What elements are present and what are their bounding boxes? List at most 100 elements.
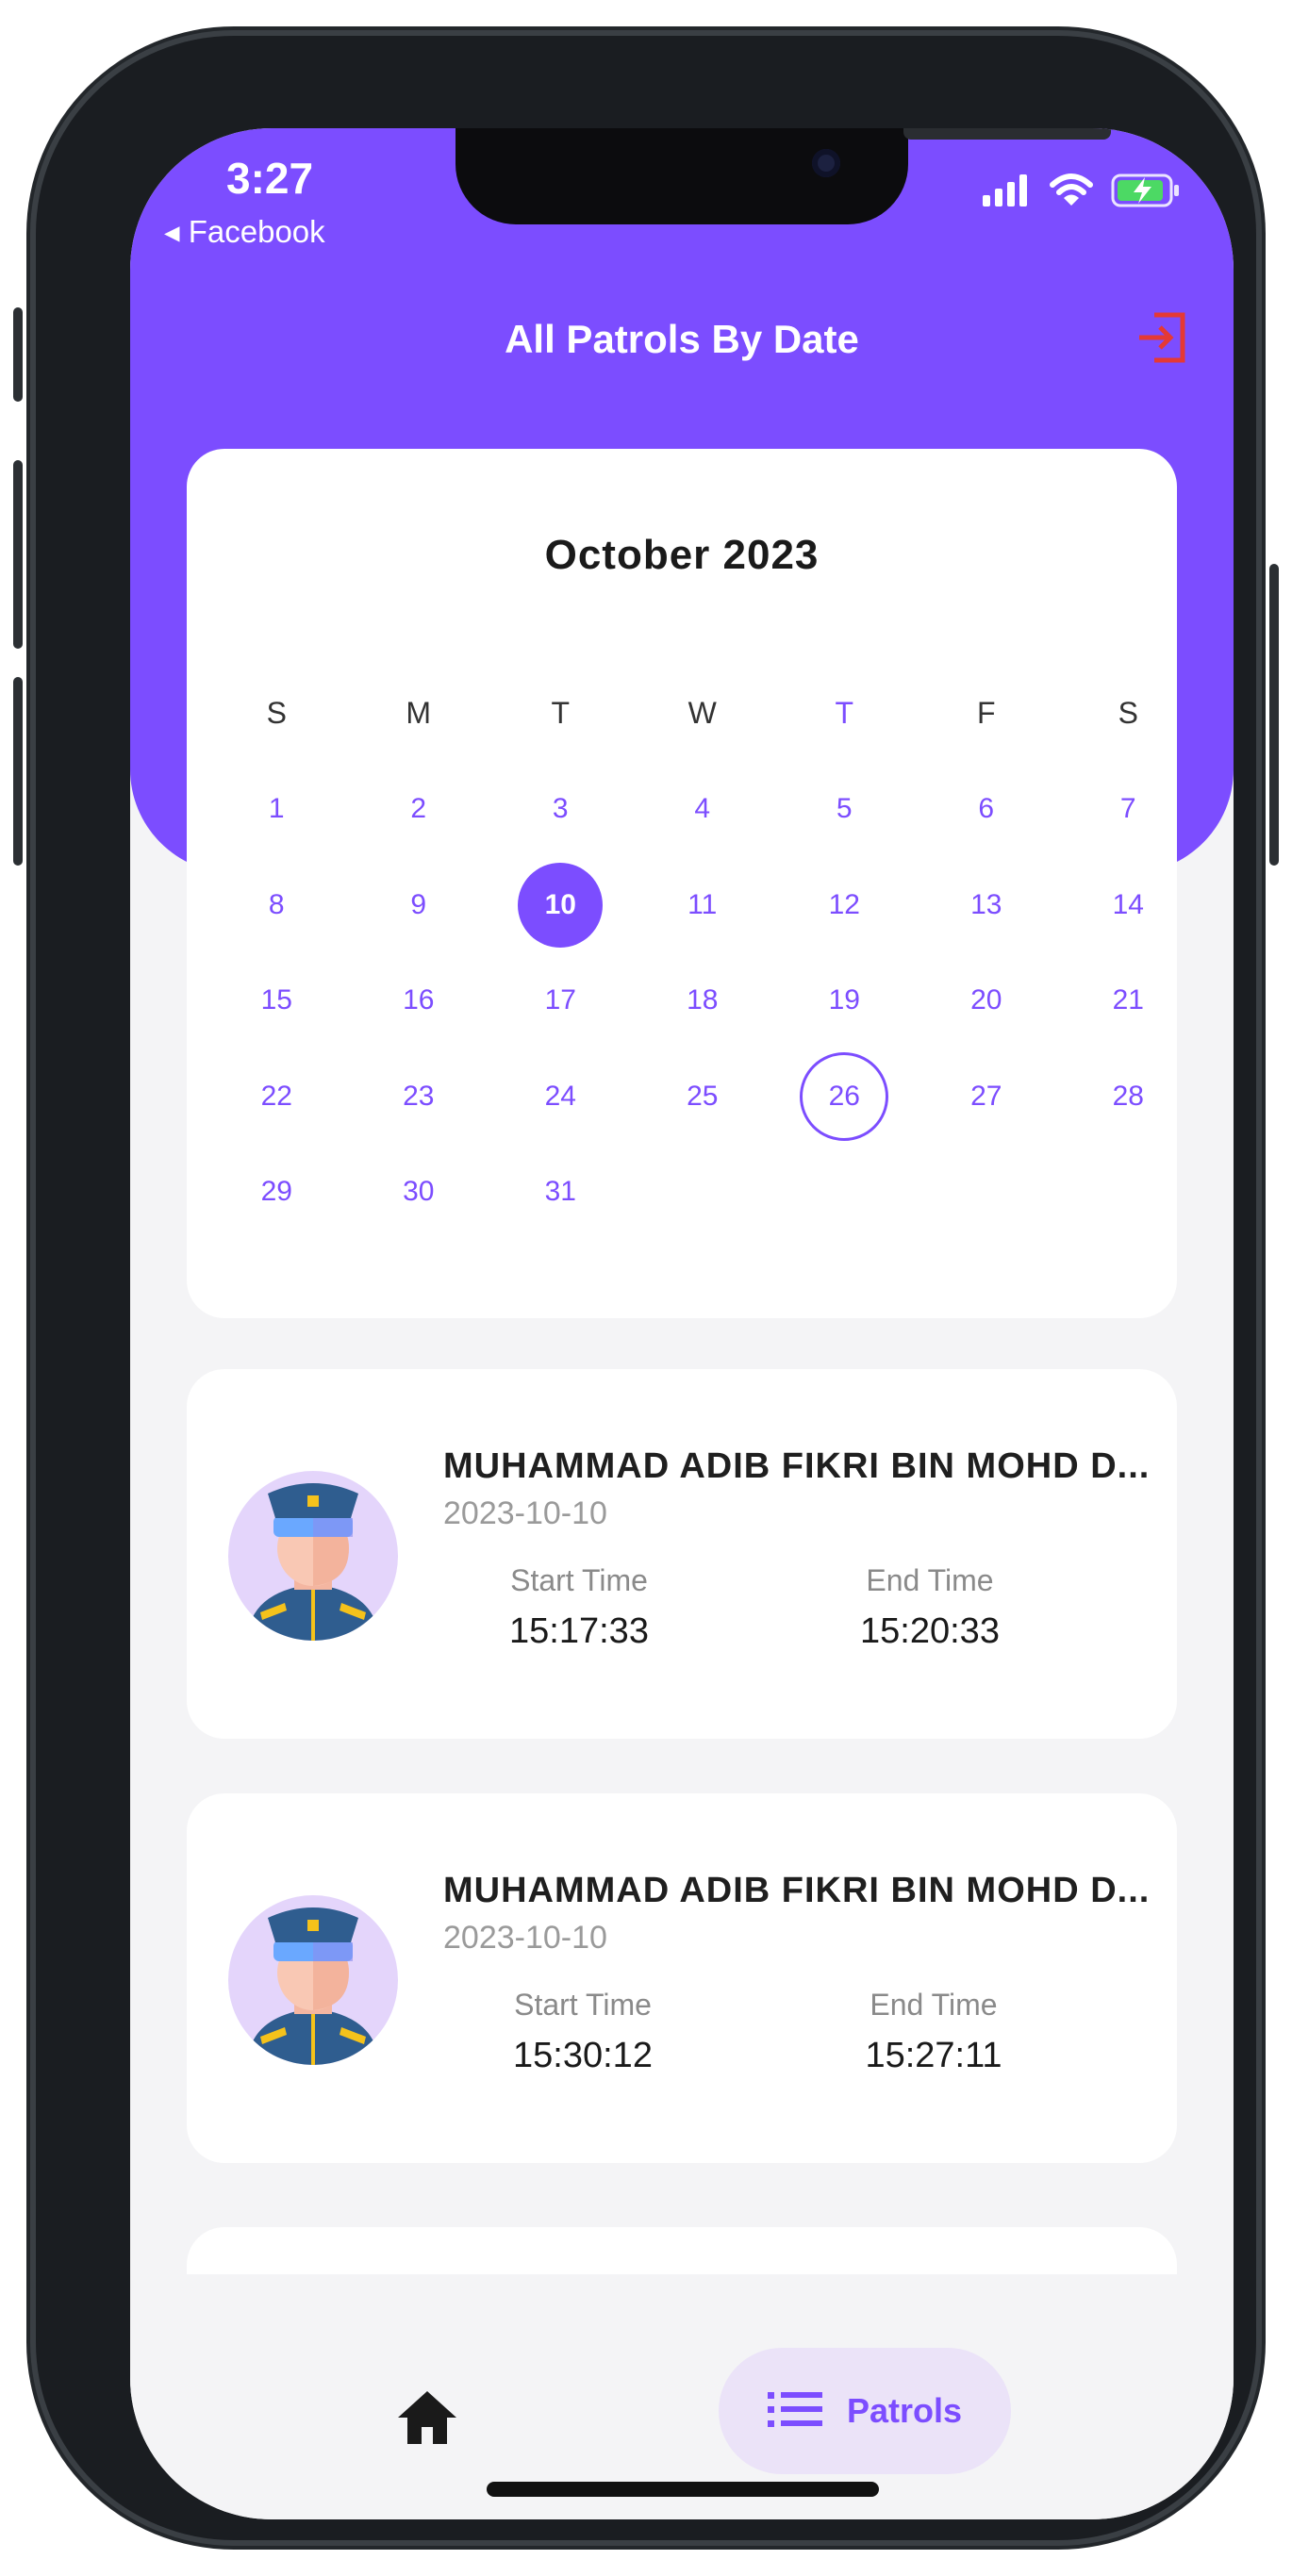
calendar-day-label: 17 [544, 984, 576, 1016]
calendar-day-label: 16 [403, 984, 435, 1016]
calendar-day-18[interactable]: 18 [632, 953, 774, 1049]
wifi-icon [1049, 173, 1094, 212]
status-icons [983, 173, 1181, 212]
nav-patrols-label: Patrols [846, 2391, 963, 2430]
calendar-day-8[interactable]: 8 [206, 857, 348, 953]
start-time-label: Start Time [510, 1563, 648, 1597]
weekday-tue: T [551, 696, 571, 731]
home-indicator[interactable] [487, 2482, 879, 2497]
calendar-day-label: 31 [544, 1176, 576, 1208]
calendar-day-label: 19 [828, 984, 860, 1016]
calendar-day-label: 4 [694, 793, 711, 825]
calendar-day-label: 12 [828, 888, 860, 920]
calendar-day-label: 3 [552, 793, 569, 825]
app-screen: 3:27 ◂ Facebook All Patrols By Date Octo… [130, 128, 1234, 2519]
calendar-day-label: 22 [260, 1080, 292, 1112]
calendar-day-22[interactable]: 22 [206, 1049, 348, 1145]
calendar-day-label: 1 [268, 793, 285, 825]
start-time-label: Start Time [514, 1988, 652, 2022]
home-icon[interactable] [394, 2387, 460, 2448]
calendar-day-label: 23 [403, 1080, 435, 1112]
nav-patrols-tab[interactable]: Patrols [719, 2348, 1011, 2474]
calendar-day-label: 24 [544, 1080, 576, 1112]
start-time-value: 15:30:12 [513, 2036, 653, 2075]
calendar-day-10[interactable]: 10 [489, 857, 632, 953]
calendar-day-26[interactable]: 26 [773, 1049, 916, 1145]
calendar-day-6[interactable]: 6 [916, 762, 1058, 858]
calendar-day-label: 11 [687, 888, 718, 920]
calendar-day-20[interactable]: 20 [916, 953, 1058, 1049]
calendar-day-7[interactable]: 7 [1057, 762, 1200, 858]
police-officer-icon [247, 1907, 379, 2065]
calendar-day-label: 20 [970, 984, 1002, 1016]
calendar-day-11[interactable]: 11 [632, 857, 774, 953]
calendar-day-16[interactable]: 16 [348, 953, 490, 1049]
police-officer-icon [247, 1483, 379, 1641]
weekday-sun: S [266, 696, 287, 731]
page-title: All Patrols By Date [505, 317, 859, 361]
calendar-day-25[interactable]: 25 [632, 1049, 774, 1145]
calendar-day-label: 6 [978, 793, 995, 825]
status-time: 3:27 [226, 154, 314, 203]
weekday-fri: F [976, 696, 996, 731]
calendar-day-1[interactable]: 1 [206, 762, 348, 858]
calendar-day-9[interactable]: 9 [348, 857, 490, 953]
officer-avatar [228, 1895, 398, 2065]
front-camera [812, 149, 840, 177]
calendar-day-label: 29 [260, 1176, 292, 1208]
cellular-signal-icon [983, 174, 1032, 211]
calendar-day-label: 5 [836, 793, 853, 825]
calendar-day-label: 30 [403, 1176, 435, 1208]
speaker-grille [903, 128, 1111, 140]
weekday-wed: W [687, 696, 717, 731]
calendar-day-label: 10 [544, 888, 576, 920]
calendar-day-label: 25 [687, 1080, 719, 1112]
calendar-day-21[interactable]: 21 [1057, 953, 1200, 1049]
weekday-mon: M [406, 696, 432, 731]
back-to-app-link[interactable]: ◂ Facebook [164, 213, 325, 250]
patrol-date: 2023-10-10 [443, 1495, 607, 1531]
patrol-card[interactable]: MUHAMMAD ADIB FIKRI BIN MOHD D... 2023-1… [187, 1793, 1177, 2163]
calendar-day-19[interactable]: 19 [773, 953, 916, 1049]
calendar-day-label: 14 [1112, 888, 1144, 920]
calendar-day-2[interactable]: 2 [348, 762, 490, 858]
calendar-month-label: October 2023 [544, 532, 820, 578]
volume-up-button [13, 460, 23, 649]
patrol-date: 2023-10-10 [443, 1920, 607, 1956]
start-time-block: Start Time 15:30:12 [441, 1988, 724, 2076]
calendar-day-label: 7 [1119, 793, 1136, 825]
calendar-day-label: 27 [970, 1080, 1002, 1112]
patrol-card[interactable]: MUHAMMAD ADIB FIKRI BIN MOHD D... 2023-1… [187, 1369, 1177, 1739]
calendar-day-label: 21 [1112, 984, 1144, 1016]
patrol-officer-name: MUHAMMAD ADIB FIKRI BIN MOHD D... [443, 1871, 1151, 1910]
calendar-day-4[interactable]: 4 [632, 762, 774, 858]
calendar-day-14[interactable]: 14 [1057, 857, 1200, 953]
calendar-day-12[interactable]: 12 [773, 857, 916, 953]
calendar-day-label: 9 [410, 888, 427, 920]
weekday-sat: S [1118, 696, 1138, 731]
calendar-day-28[interactable]: 28 [1057, 1049, 1200, 1145]
calendar-day-27[interactable]: 27 [916, 1049, 1058, 1145]
calendar-day-29[interactable]: 29 [206, 1145, 348, 1241]
officer-avatar [228, 1471, 398, 1641]
calendar-grid: S M T W T F S 1 2 3 4 5 6 7 8 9 10 11 12 13 14 15 16 17 1… [206, 666, 1200, 1240]
calendar-day-31[interactable]: 31 [489, 1145, 632, 1241]
calendar-day-23[interactable]: 23 [348, 1049, 490, 1145]
calendar-day-label: 15 [260, 984, 292, 1016]
end-time-label: End Time [866, 1563, 994, 1597]
calendar-day-24[interactable]: 24 [489, 1049, 632, 1145]
phone-frame: 3:27 ◂ Facebook All Patrols By Date Octo… [13, 36, 1279, 2540]
weekday-thu: T [835, 696, 854, 731]
volume-down-button [13, 677, 23, 866]
list-icon [767, 2390, 822, 2433]
calendar-day-30[interactable]: 30 [348, 1145, 490, 1241]
start-time-value: 15:17:33 [509, 1611, 649, 1651]
patrol-officer-name: MUHAMMAD ADIB FIKRI BIN MOHD D... [443, 1446, 1151, 1486]
calendar-day-3[interactable]: 3 [489, 762, 632, 858]
calendar-day-17[interactable]: 17 [489, 953, 632, 1049]
calendar-day-15[interactable]: 15 [206, 953, 348, 1049]
calendar-day-13[interactable]: 13 [916, 857, 1058, 953]
calendar-day-label: 18 [687, 984, 719, 1016]
logout-icon[interactable] [1135, 309, 1188, 366]
calendar-day-5[interactable]: 5 [773, 762, 916, 858]
